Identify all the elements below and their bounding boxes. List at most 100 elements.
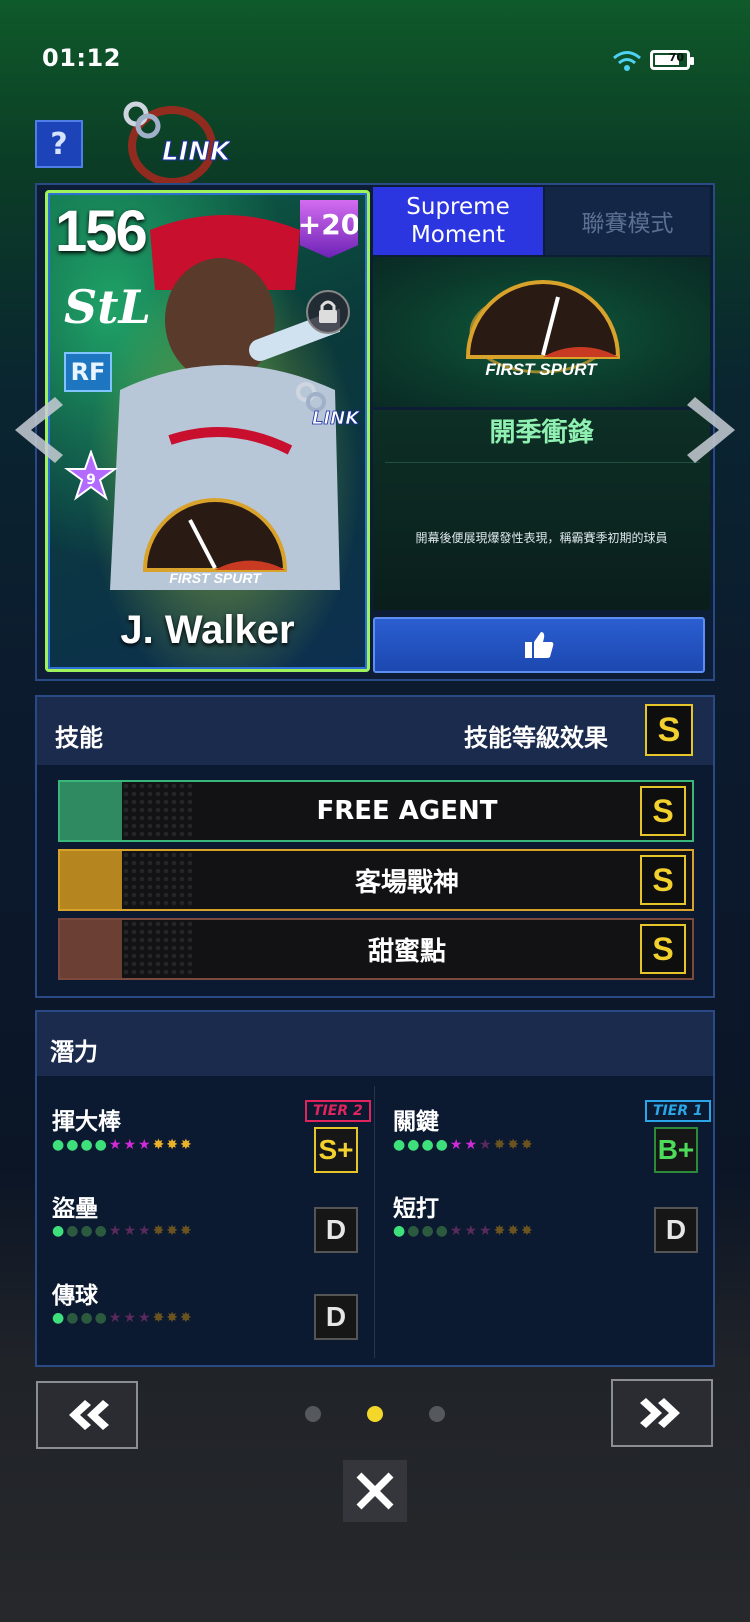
position-badge: RF bbox=[64, 352, 112, 392]
potential-dot: ● bbox=[393, 1137, 408, 1153]
potential-dot: ★ bbox=[123, 1310, 138, 1326]
page-dot-3[interactable] bbox=[429, 1406, 445, 1422]
page-dot-1[interactable] bbox=[305, 1406, 321, 1422]
potential-dot: ✸ bbox=[493, 1137, 508, 1153]
potential-dot: ✸ bbox=[180, 1137, 194, 1153]
skill-description: 開幕後便展現爆發性表現，稱霸賽季初期的球員 bbox=[415, 531, 668, 545]
link-logo: LINK bbox=[123, 101, 230, 186]
card-rating: 156 bbox=[55, 199, 148, 264]
tab-league-mode[interactable]: 聯賽模式 bbox=[545, 187, 710, 255]
card-badge-text: FIRST SPURT bbox=[169, 570, 262, 586]
potential-dot: ● bbox=[94, 1223, 109, 1239]
skill-grade: S bbox=[640, 855, 686, 905]
tier-badge: TIER 1 bbox=[645, 1100, 711, 1122]
skills-effect-label: 技能等級效果 bbox=[464, 724, 608, 752]
potential-dot: ★ bbox=[138, 1223, 153, 1239]
potential-dot: ● bbox=[52, 1137, 67, 1153]
potential-label-bunt: 短打 bbox=[393, 1196, 439, 1222]
potential-dot: ● bbox=[94, 1310, 109, 1326]
potential-dot: ● bbox=[80, 1223, 95, 1239]
potential-dot: ● bbox=[393, 1223, 408, 1239]
lock-icon[interactable] bbox=[306, 290, 350, 334]
potential-dot: ✸ bbox=[521, 1137, 535, 1153]
card-link-icon: LINK bbox=[296, 382, 362, 429]
potential-dot: ✸ bbox=[152, 1310, 167, 1326]
potential-dot: ● bbox=[435, 1137, 450, 1153]
skill-name: 客場戰神 bbox=[354, 867, 459, 898]
wifi-icon bbox=[613, 51, 641, 71]
battery-icon: 70 bbox=[650, 50, 694, 70]
potential-dot: ★ bbox=[138, 1310, 153, 1326]
potential-stars-throwing: ●●●●★★★✸✸✸ bbox=[52, 1310, 194, 1326]
potential-dot: ● bbox=[421, 1223, 436, 1239]
potential-dot: ● bbox=[80, 1137, 95, 1153]
potential-dot: ● bbox=[407, 1137, 422, 1153]
page-dot-2[interactable] bbox=[367, 1406, 383, 1422]
skill-row-away-warrior[interactable]: 客場戰神 S bbox=[58, 849, 694, 911]
star-level-icon: 9 bbox=[64, 450, 118, 501]
skills-header bbox=[37, 697, 713, 765]
potential-dot: ★ bbox=[123, 1137, 138, 1153]
potential-dot: ★ bbox=[108, 1310, 124, 1326]
potential-grade-power: S+ bbox=[314, 1127, 358, 1173]
close-icon bbox=[356, 1472, 394, 1510]
potential-dot: ✸ bbox=[180, 1310, 194, 1326]
potential-dot: ● bbox=[94, 1137, 109, 1153]
potential-dot: ★ bbox=[479, 1137, 494, 1153]
previous-page-button[interactable] bbox=[36, 1381, 138, 1449]
potential-grade-bunt: D bbox=[654, 1207, 698, 1253]
potential-grade-throwing: D bbox=[314, 1294, 358, 1340]
potential-grade-clutch: B+ bbox=[654, 1127, 698, 1173]
potential-dot: ★ bbox=[108, 1223, 124, 1239]
potential-dot: ✸ bbox=[493, 1223, 508, 1239]
link-logo-text: LINK bbox=[162, 137, 230, 167]
tab-label-line2: Moment bbox=[410, 222, 506, 248]
first-spurt-badge: FIRST SPURT bbox=[142, 498, 288, 586]
potential-title: 潛力 bbox=[50, 1038, 98, 1066]
battery-level: 70 bbox=[668, 51, 684, 64]
potential-dot: ★ bbox=[464, 1137, 479, 1153]
tab-label-line1: Supreme bbox=[406, 194, 510, 220]
next-page-button[interactable] bbox=[611, 1379, 713, 1447]
potential-dot: ✸ bbox=[507, 1223, 522, 1239]
potential-label-throwing: 傳球 bbox=[52, 1283, 98, 1309]
divider bbox=[385, 462, 700, 463]
away-jersey-icon bbox=[60, 851, 122, 909]
close-button[interactable] bbox=[343, 1460, 407, 1522]
potential-dot: ★ bbox=[108, 1137, 124, 1153]
potential-dot: ✸ bbox=[166, 1137, 181, 1153]
potential-dot: ● bbox=[66, 1310, 81, 1326]
previous-card-arrow[interactable] bbox=[5, 395, 65, 465]
potential-grade-steal: D bbox=[314, 1207, 358, 1253]
potential-dot: ● bbox=[80, 1310, 95, 1326]
skill-name: FREE AGENT bbox=[316, 796, 498, 826]
potential-dot: ● bbox=[52, 1223, 67, 1239]
status-time: 01:12 bbox=[42, 44, 121, 72]
skill-row-free-agent[interactable]: FREE AGENT S bbox=[58, 780, 694, 842]
potential-dot: ✸ bbox=[152, 1223, 167, 1239]
potential-dot: ● bbox=[435, 1223, 450, 1239]
potential-stars-steal: ●●●●★★★✸✸✸ bbox=[52, 1223, 194, 1239]
skills-title: 技能 bbox=[55, 724, 103, 752]
like-button[interactable] bbox=[373, 617, 705, 673]
potential-dot: ★ bbox=[123, 1223, 138, 1239]
skill-art: FIRST SPURT bbox=[373, 257, 710, 407]
skill-title: 開季衝鋒 bbox=[489, 418, 594, 448]
skill-grade: S bbox=[640, 786, 686, 836]
sweet-spot-bat-icon bbox=[60, 920, 122, 978]
potential-dot: ★ bbox=[138, 1137, 153, 1153]
tab-supreme-moment[interactable]: Supreme Moment bbox=[373, 187, 543, 255]
potential-label-steal: 盜壘 bbox=[52, 1196, 98, 1222]
help-button[interactable]: ? bbox=[35, 120, 83, 168]
potential-header bbox=[37, 1012, 713, 1076]
potential-dot: ★ bbox=[464, 1223, 479, 1239]
star-level: 9 bbox=[86, 472, 96, 488]
skills-effect-grade: S bbox=[645, 704, 693, 756]
potential-label-clutch: 關鍵 bbox=[393, 1109, 439, 1135]
skill-row-sweet-spot[interactable]: 甜蜜點 S bbox=[58, 918, 694, 980]
potential-dot: ✸ bbox=[152, 1137, 167, 1153]
double-chevron-left-icon bbox=[69, 1400, 109, 1430]
next-card-arrow[interactable] bbox=[685, 395, 745, 465]
team-logo: StL bbox=[64, 280, 151, 334]
potential-label-power: 揮大棒 bbox=[52, 1109, 121, 1135]
